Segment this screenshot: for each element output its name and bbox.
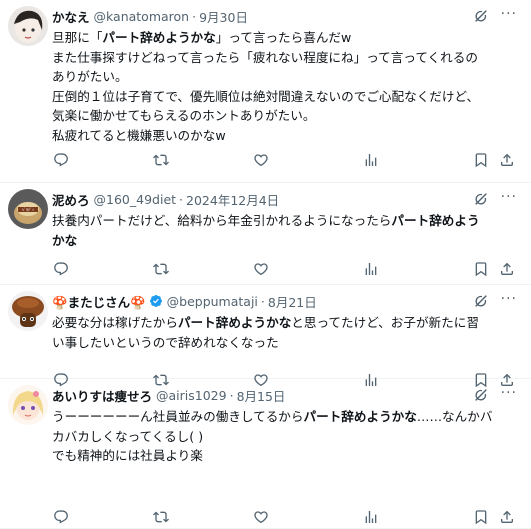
user-handle[interactable]: @160_49diet [94,192,177,207]
tweet-body: 必要な分は稼げたからパート辞めようかなと思ってたけど、お子が新たに習 い事したいと… [52,313,523,352]
display-name[interactable]: あいりすは痩せろ [52,386,152,405]
bookmark-icon[interactable] [472,151,490,169]
tweet-text-line: 旦那に「パート辞めようかな」って言ったら喜んだw [52,28,523,48]
tweet-actions [52,151,523,171]
tweet-text: うーーーーーーん社員並みの働きしてるから [52,409,304,424]
reply-icon[interactable] [52,508,70,526]
like-icon[interactable] [252,508,270,526]
more-icon[interactable]: ··· [501,6,517,22]
display-name[interactable]: 🍄またじさん🍄 [52,292,146,311]
share-icon[interactable] [498,260,516,278]
tweet-text: また仕事探すけどねって言ったら「疲れない程度にね」って言ってくれるの [52,49,478,65]
tweet-text-line: 圧倒的１位は子育てで、優先順位は絶対間違えないのでご心配なくだけど、 [52,87,523,107]
more-icon[interactable]: ··· [501,385,517,401]
grok-icon[interactable] [473,8,489,24]
retweet-icon[interactable] [152,508,170,526]
highlighted-text: パート辞めようかな [303,409,417,424]
retweet-icon[interactable] [152,260,170,278]
more-icon[interactable]: ··· [501,291,517,307]
tweet-text: 圧倒的１位は子育てで、優先順位は絶対間違えないのでご心配なくだけど、 [52,88,480,104]
views-icon[interactable] [362,508,380,526]
bookmark-icon[interactable] [472,260,490,278]
retweet-icon[interactable] [152,151,170,169]
tweet-text: ……なんかバ [416,409,493,424]
tweet-text: 扶養内パートだけど、給料から年金引かれるようになったら [52,213,392,228]
grok-icon[interactable] [473,293,489,309]
tweet-text-line: また仕事探すけどねって言ったら「疲れない程度にね」って言ってくれるの [52,48,523,68]
display-name[interactable]: 泥めろ [52,190,90,209]
tweet-body: 扶養内パートだけど、給料から年金引かれるようになったらパート辞めよう かな [52,211,523,250]
reply-icon[interactable] [52,151,70,169]
tweet-date[interactable]: 8月21日 [268,292,317,311]
tweet-body: 旦那に「パート辞めようかな」って言ったら喜んだw また仕事探すけどねって言ったら「… [52,28,523,145]
tweet-date[interactable]: 8月15日 [237,386,286,405]
highlighted-text: パート辞めよう [391,213,480,228]
tweet-date[interactable]: 2024年12月4日 [186,190,279,209]
user-handle[interactable]: @kanatomaron [94,9,190,24]
grok-icon[interactable] [473,387,489,403]
verified-badge-icon [149,294,163,308]
avatar[interactable] [8,385,48,425]
separator-dot: · [260,293,265,309]
display-name[interactable]: かなえ [52,7,90,26]
tweet-text: 」って言ったら喜んだw [215,30,352,45]
views-icon[interactable] [362,151,380,169]
tweet-text: 必要な分は稼げたから [52,315,178,330]
timeline: かなえ @kanatomaron · 9月30日 ··· 旦那に「パート辞めよう… [0,0,531,529]
share-icon[interactable] [498,151,516,169]
reply-icon[interactable] [52,260,70,278]
tweet[interactable]: かなえ @kanatomaron · 9月30日 ··· 旦那に「パート辞めよう… [0,0,531,183]
separator-dot: · [179,191,184,207]
tweet[interactable]: あいりすは痩せろ @airis1029 · 8月15日 ··· うーーーーーーん… [0,379,531,529]
tweet-text: 気楽に働かせてもらえるのホントありがたい。 [52,108,316,123]
avatar[interactable]: ﾍﾞﾙﾃﾞｨ [8,189,48,229]
user-handle[interactable]: @beppumataji [167,294,258,309]
bookmark-icon[interactable] [472,508,490,526]
svg-text:ﾍﾞﾙﾃﾞｨ: ﾍﾞﾙﾃﾞｨ [22,206,34,212]
highlighted-text: パート辞めようかな [102,30,216,45]
tweet-text: 旦那に「 [52,30,103,45]
tweet-text-line: かな [52,231,523,251]
tweet-text-line: 必要な分は稼げたからパート辞めようかなと思ってたけど、お子が新たに習 [52,313,523,333]
highlighted-text: かな [52,232,78,248]
tweet-text: い事したいというので辞めれなくなった [52,334,279,350]
tweet[interactable]: 🍄またじさん🍄 @beppumataji · 8月21日 ··· 必要な分は稼げ… [0,285,531,388]
tweet-date[interactable]: 9月30日 [199,7,248,26]
avatar[interactable] [8,291,48,331]
like-icon[interactable] [252,260,270,278]
user-handle[interactable]: @airis1029 [156,388,227,403]
tweet-text-line: でも精神的には社員より楽 [52,446,523,466]
tweet-actions [52,508,523,528]
tweet-text-line: 扶養内パートだけど、給料から年金引かれるようになったらパート辞めよう [52,211,523,231]
tweet-text-line: カバカしくなってくるし( ) [52,427,523,447]
tweet-text: と思ってたけど、お子が新たに習 [291,315,479,330]
tweet-text-line: うーーーーーーん社員並みの働きしてるからパート辞めようかな……なんかバ [52,407,523,427]
tweet-text: でも精神的には社員より楽 [52,448,203,463]
tweet-actions [52,260,523,280]
tweet-text-line: ありがたい。 [52,67,523,87]
tweet-text: ありがたい。 [52,69,128,84]
separator-dot: · [192,8,197,24]
views-icon[interactable] [362,260,380,278]
more-icon[interactable]: ··· [501,189,517,205]
share-icon[interactable] [498,508,516,526]
tweet-text: 私疲れてると機嫌悪いのかなw [52,127,226,143]
tweet-text-line: 気楽に働かせてもらえるのホントありがたい。 [52,106,523,126]
highlighted-text: パート辞めようかな [177,315,292,330]
tweet[interactable]: ﾍﾞﾙﾃﾞｨ 泥めろ @160_49diet · 2024年12月4日 ··· … [0,183,531,285]
tweet-text-line: 私疲れてると機嫌悪いのかなw [52,126,523,146]
tweet-body: うーーーーーーん社員並みの働きしてるからパート辞めようかな……なんかバ カバカしく… [52,407,523,466]
separator-dot: · [229,387,234,403]
grok-icon[interactable] [473,191,489,207]
tweet-text-line: い事したいというので辞めれなくなった [52,333,523,353]
avatar[interactable] [8,6,48,46]
like-icon[interactable] [252,151,270,169]
tweet-text: カバカしくなってくるし( ) [52,428,204,444]
